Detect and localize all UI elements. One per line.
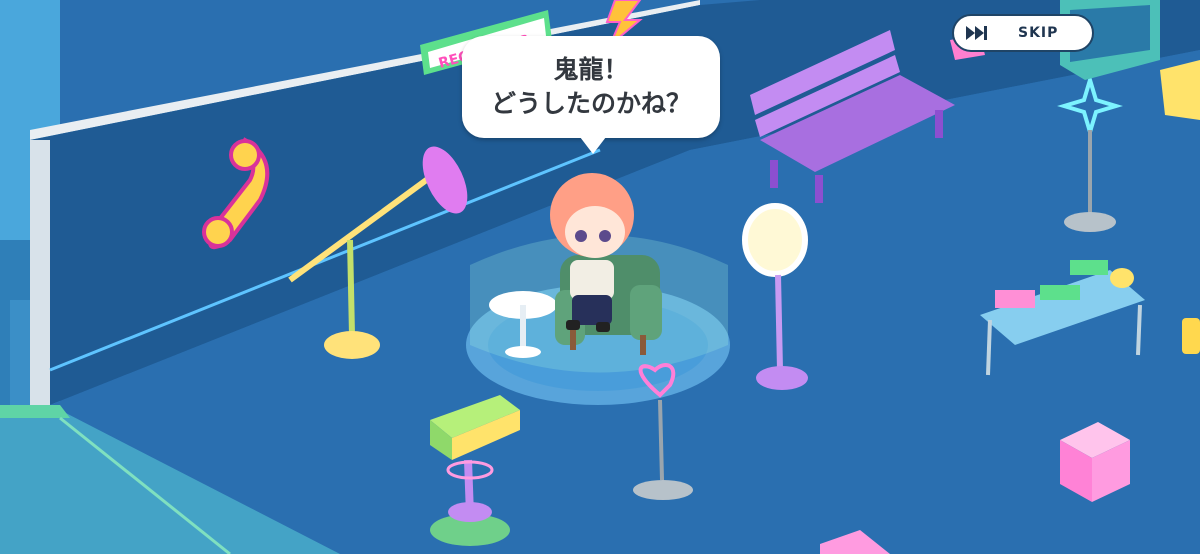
speech-bubble[interactable]: 鬼龍！ どうしたのかね？ <box>462 36 720 154</box>
yellow-shelf <box>1160 60 1200 120</box>
skip-label: SKIP <box>1018 25 1059 41</box>
dialogue-line-1: 鬼龍！ <box>553 55 629 84</box>
dialogue-line-2: どうしたのかね？ <box>490 89 691 118</box>
skip-button[interactable]: SKIP <box>952 14 1094 52</box>
yellow-radio <box>1182 318 1200 354</box>
fast-forward-icon <box>954 16 1000 50</box>
